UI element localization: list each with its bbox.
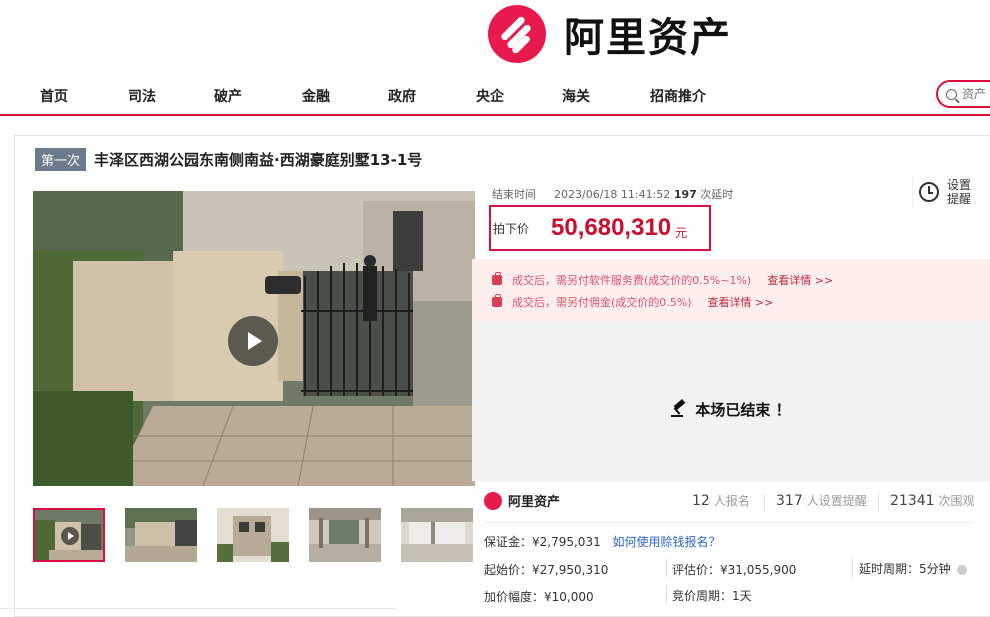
thumbnail-1[interactable] xyxy=(33,508,105,562)
service-fee-notice: 成交后，需另付软件服务费(成交价的0.5%~1%) 查看详情 >> xyxy=(492,269,990,291)
nav-item-bankruptcy[interactable]: 破产 xyxy=(214,86,242,106)
end-time-value: 2023/06/18 11:41:52 197 次延时 xyxy=(554,186,733,202)
shopping-bag-icon xyxy=(492,294,502,307)
help-icon[interactable] xyxy=(956,564,967,575)
commission-text: 成交后，需另付佣金(成交价的0.5%) xyxy=(512,296,692,309)
auction-ended-message: 本场已结束 ！ xyxy=(671,337,791,481)
thumbnail-4-image xyxy=(309,508,381,562)
nav-item-home[interactable]: 首页 xyxy=(40,86,68,106)
auction-ended-text: 本场已结束 ！ xyxy=(695,400,791,419)
view-label: 次围观 xyxy=(938,494,975,508)
main-nav: 首页 司法 破产 金融 政府 央企 海关 招商推介 xyxy=(0,74,990,116)
delay-count: 197 xyxy=(673,188,697,201)
stats-brand: 阿里资产 xyxy=(484,491,560,510)
bottom-border xyxy=(0,608,396,609)
detail-divider xyxy=(852,559,853,577)
delay-period: 延时周期：5分钟 xyxy=(859,560,967,577)
thumbnail-play-icon xyxy=(61,527,79,545)
signup-value: 12 xyxy=(692,493,710,509)
view-value: 21341 xyxy=(890,493,935,509)
service-fee-text: 成交后，需另付软件服务费(成交价的0.5%~1%) xyxy=(512,274,752,287)
nav-item-customs[interactable]: 海关 xyxy=(562,86,590,106)
final-price-value: 50,680,310 xyxy=(551,214,672,241)
reminder-value: 317 xyxy=(776,493,803,509)
final-price-label: 拍下价 xyxy=(493,221,530,236)
thumbnail-4[interactable] xyxy=(309,508,381,562)
nav-item-soe[interactable]: 央企 xyxy=(476,86,504,106)
appraisal-price: 评估价：¥31,055,900 xyxy=(672,563,797,577)
detail-divider xyxy=(666,559,667,577)
service-fee-details-link[interactable]: 查看详情 >> xyxy=(767,272,833,288)
set-reminder-button[interactable]: 设置提醒 xyxy=(912,175,980,209)
logo-text: 阿里资产 xyxy=(564,15,732,61)
final-price-unit: 元 xyxy=(675,225,688,240)
clock-icon xyxy=(919,182,939,202)
brand-logo-icon xyxy=(484,491,502,510)
detail-divider xyxy=(666,586,667,604)
view-count: 21341 次围观 xyxy=(890,492,975,509)
credit-signup-link[interactable]: 如何使用赊钱报名？ xyxy=(613,535,721,549)
play-video-button[interactable] xyxy=(228,316,278,366)
reminder-count: 317 人设置提醒 xyxy=(776,492,867,509)
stats-divider xyxy=(878,494,879,510)
bid-increment: 加价幅度：¥10,000 xyxy=(484,590,594,604)
thumbnail-2-image xyxy=(125,508,197,562)
round-tag: 第一次 xyxy=(35,148,87,171)
final-price-box: 拍下价 50,680,310 元 xyxy=(489,205,711,251)
nav-item-investment[interactable]: 招商推介 xyxy=(650,86,706,106)
gavel-icon xyxy=(671,399,687,417)
set-reminder-label: 设置提醒 xyxy=(947,178,972,206)
nav-item-government[interactable]: 政府 xyxy=(388,86,416,106)
start-price: 起始价：¥27,950,310 xyxy=(484,563,609,577)
bid-period: 竞价周期：1天 xyxy=(672,589,752,603)
stats-divider xyxy=(764,494,765,510)
logo-mark-icon xyxy=(488,5,546,63)
thumbnail-5-image xyxy=(401,508,473,562)
delay-label: 次延时 xyxy=(700,188,734,201)
auction-status-panel: 本场已结束 ！ xyxy=(472,321,990,481)
signup-count: 12 人报名 xyxy=(692,492,750,509)
commission-notice: 成交后，需另付佣金(成交价的0.5%) 查看详情 >> xyxy=(492,291,990,313)
reminder-label: 人设置提醒 xyxy=(806,494,867,508)
nav-item-judicial[interactable]: 司法 xyxy=(128,86,156,106)
delay-period-text: 延时周期：5分钟 xyxy=(859,562,951,576)
search-icon xyxy=(946,88,957,100)
nav-item-finance[interactable]: 金融 xyxy=(302,86,330,106)
shopping-bag-icon xyxy=(492,272,502,285)
page-title: 丰泽区西湖公园东南侧南益·西湖豪庭别墅13-1号 xyxy=(94,151,423,169)
fee-notice: 成交后，需另付软件服务费(成交价的0.5%~1%) 查看详情 >> 成交后，需另… xyxy=(472,259,990,321)
thumbnail-2[interactable] xyxy=(125,508,197,562)
commission-details-link[interactable]: 查看详情 >> xyxy=(708,294,774,310)
thumbnail-3[interactable] xyxy=(217,508,289,562)
deposit-amount: 保证金：¥2,795,031 xyxy=(484,535,601,549)
thumbnail-5[interactable] xyxy=(401,508,473,562)
thumbnail-3-image xyxy=(217,508,289,562)
deposit-row: 保证金：¥2,795,031 如何使用赊钱报名？ xyxy=(484,533,721,550)
site-logo[interactable]: 阿里资产 xyxy=(488,4,732,64)
main-image[interactable] xyxy=(33,191,475,486)
brand-name: 阿里资产 xyxy=(508,495,561,510)
search-input[interactable] xyxy=(962,87,990,101)
end-time-label: 结束时间 xyxy=(492,188,536,201)
signup-label: 人报名 xyxy=(713,494,750,508)
section-divider xyxy=(484,522,974,523)
title-row: 第一次 丰泽区西湖公园东南侧南益·西湖豪庭别墅13-1号 xyxy=(35,148,422,171)
search-box[interactable] xyxy=(936,80,990,108)
end-time-text: 2023/06/18 11:41:52 xyxy=(554,188,671,201)
thumbnail-strip xyxy=(33,508,473,566)
end-time-row: 结束时间 2023/06/18 11:41:52 197 次延时 xyxy=(492,186,733,202)
